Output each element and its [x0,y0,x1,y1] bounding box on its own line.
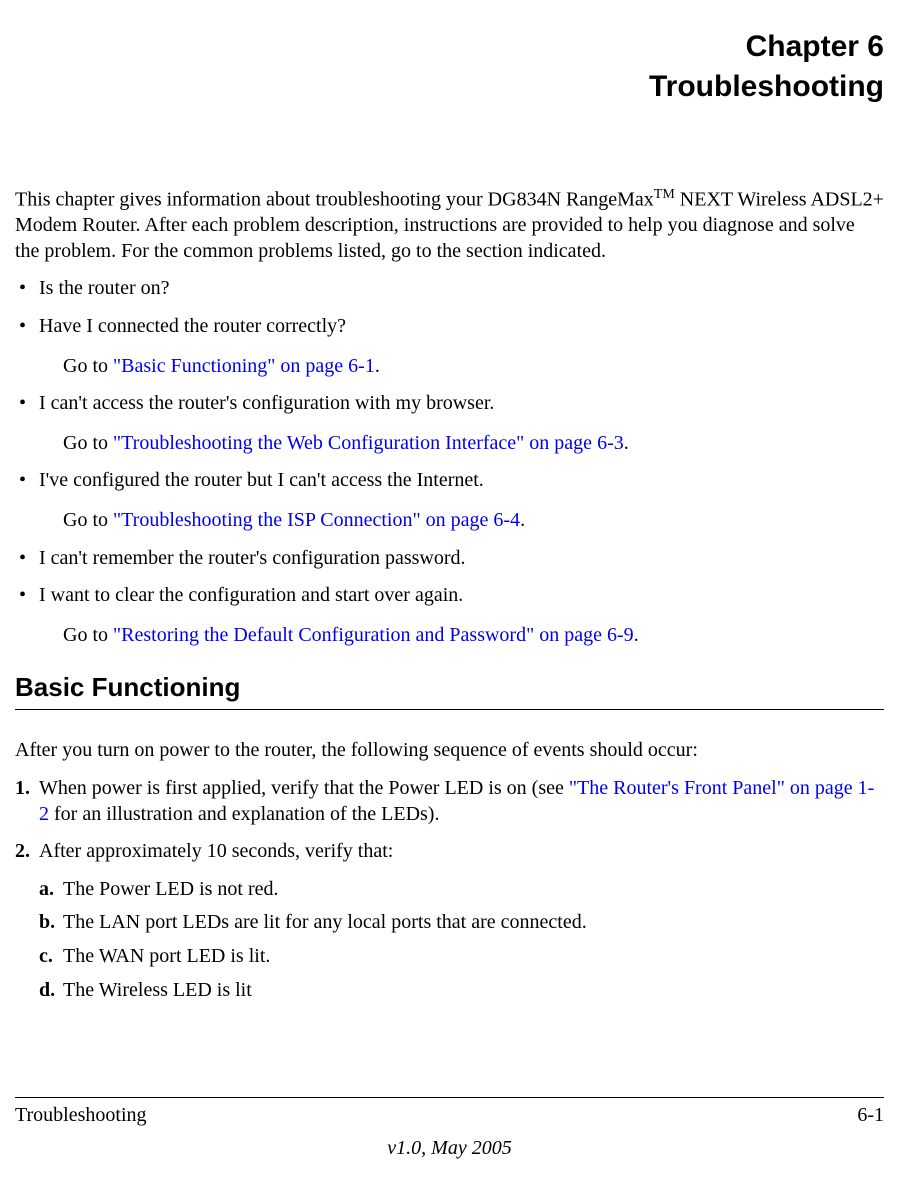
section-rule [15,709,884,710]
bullet-clear-config: I want to clear the configuration and st… [15,583,884,609]
substep-text: The LAN port LEDs are lit for any local … [63,910,587,936]
chapter-title: Troubleshooting [15,70,884,104]
problem-list-2: I can't access the router's configuratio… [15,391,884,417]
goto-suffix: . [375,355,380,377]
footer-left: Troubleshooting [15,1104,147,1127]
substep-marker: a. [39,877,63,903]
link-isp-connection[interactable]: "Troubleshooting the ISP Connection" on … [113,509,520,531]
goto-suffix: . [634,624,639,646]
substep-text: The Wireless LED is lit [63,978,252,1004]
link-web-config[interactable]: "Troubleshooting the Web Configuration I… [113,432,624,454]
step-marker: 2. [15,839,39,865]
step-content: After approximately 10 seconds, verify t… [39,839,393,865]
substep-d: d. The Wireless LED is lit [39,978,884,1004]
substep-c: c. The WAN port LED is lit. [39,944,884,970]
intro-paragraph: This chapter gives information about tro… [15,186,884,264]
substep-marker: b. [39,910,63,936]
goto-basic-functioning: Go to "Basic Functioning" on page 6-1. [63,354,884,380]
page-footer: Troubleshooting 6-1 v1.0, May 2005 [15,1097,884,1160]
substep-text: The Power LED is not red. [63,877,279,903]
footer-row: Troubleshooting 6-1 [15,1104,884,1127]
link-basic-functioning[interactable]: "Basic Functioning" on page 6-1 [113,355,375,377]
chapter-number: Chapter 6 [15,30,884,64]
problem-list-1: Is the router on? Have I connected the r… [15,276,884,339]
problem-list-3: I've configured the router but I can't a… [15,468,884,494]
substep-text: The WAN port LED is lit. [63,944,270,970]
substep-marker: c. [39,944,63,970]
step-marker: 1. [15,776,39,827]
trademark-symbol: TM [654,187,675,202]
bullet-cant-access-config: I can't access the router's configuratio… [15,391,884,417]
goto-suffix: . [624,432,629,454]
bullet-forgot-password: I can't remember the router's configurat… [15,546,884,572]
link-restore-default[interactable]: "Restoring the Default Configuration and… [113,624,634,646]
step-content: When power is first applied, verify that… [39,776,884,827]
goto-isp-connection: Go to "Troubleshooting the ISP Connectio… [63,508,884,534]
section-heading-basic-functioning: Basic Functioning [15,672,884,703]
problem-list-4: I can't remember the router's configurat… [15,546,884,609]
bullet-router-on: Is the router on? [15,276,884,302]
substep-marker: d. [39,978,63,1004]
substep-list: a. The Power LED is not red. b. The LAN … [39,877,884,1003]
goto-prefix: Go to [63,432,113,454]
substep-a: a. The Power LED is not red. [39,877,884,903]
step-text-before: When power is first applied, verify that… [39,777,569,799]
section-intro: After you turn on power to the router, t… [15,738,884,764]
bullet-connected-correctly: Have I connected the router correctly? [15,314,884,340]
goto-prefix: Go to [63,509,113,531]
numbered-steps: 1. When power is first applied, verify t… [15,776,884,865]
goto-restore-default: Go to "Restoring the Default Configurati… [63,623,884,649]
chapter-header: Chapter 6 Troubleshooting [15,30,884,104]
goto-prefix: Go to [63,624,113,646]
step-2: 2. After approximately 10 seconds, verif… [15,839,884,865]
footer-version: v1.0, May 2005 [15,1137,884,1160]
bullet-cant-access-internet: I've configured the router but I can't a… [15,468,884,494]
goto-suffix: . [520,509,525,531]
goto-web-config: Go to "Troubleshooting the Web Configura… [63,431,884,457]
footer-right: 6-1 [857,1104,884,1127]
intro-text-before: This chapter gives information about tro… [15,189,654,211]
step-text-after: for an illustration and explanation of t… [49,803,439,825]
step-1: 1. When power is first applied, verify t… [15,776,884,827]
footer-rule [15,1097,884,1098]
goto-prefix: Go to [63,355,113,377]
substep-b: b. The LAN port LEDs are lit for any loc… [39,910,884,936]
